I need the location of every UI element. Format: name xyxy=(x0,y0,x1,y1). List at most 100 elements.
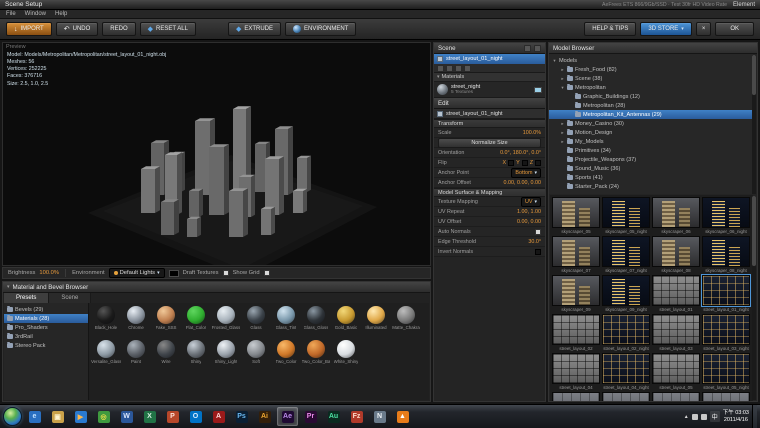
taskbar-icon-chrome[interactable]: ◎ xyxy=(93,407,114,426)
model-thumbnail-skyscraper-06[interactable]: skyscraper_06 xyxy=(652,197,700,234)
taskbar-clock[interactable]: 下午 03:03 2011/4/16 xyxy=(723,410,749,424)
menu-window[interactable]: Window xyxy=(25,11,46,17)
scene-material-item[interactable]: street_night 5 Textures xyxy=(434,82,545,98)
network-icon[interactable] xyxy=(692,414,698,420)
dropdown-anchor-point[interactable]: Bottom▾ xyxy=(511,168,541,178)
material-category-bevels-29[interactable]: Bevels (29) xyxy=(4,305,88,314)
model-thumbnail-street-layout-04[interactable]: street_layout_04 xyxy=(552,353,600,390)
model-thumbnail-street-layout-04-night[interactable]: street_layout_04_night xyxy=(602,353,650,390)
model-thumbnail-street-no-buildings-03[interactable]: street_no_buildings_03 xyxy=(652,392,700,402)
ime-language-indicator[interactable]: 中 xyxy=(710,411,720,422)
model-thumbnail-skyscraper-08-night[interactable]: skyscraper_08_night xyxy=(702,236,750,273)
thumbnail-scrollbar[interactable] xyxy=(752,196,756,400)
material-item-glass-gloss[interactable]: Glass_Gloss xyxy=(301,306,331,334)
taskbar-icon-vlc[interactable]: ▲ xyxy=(392,407,413,426)
materials-section-header[interactable]: ▾ Materials xyxy=(434,73,545,82)
undo-button[interactable]: ↶ UNDO xyxy=(56,22,99,36)
menu-help[interactable]: Help xyxy=(55,11,67,17)
model-category-money-casino-30[interactable]: ▸Money_Casino (30) xyxy=(549,119,753,128)
model-thumbnail-skyscraper-05-night[interactable]: skyscraper_05_night xyxy=(602,197,650,234)
model-thumbnail-skyscraper-07-night[interactable]: skyscraper_07_night xyxy=(602,236,650,273)
collapse-icon[interactable]: ▾ xyxy=(7,284,10,290)
material-item-black-hole[interactable]: Black_Hole xyxy=(91,306,121,334)
checkbox-auto-normals[interactable] xyxy=(535,229,541,235)
model-category-primitives-34[interactable]: Primitives (34) xyxy=(549,146,753,155)
brightness-value[interactable]: 100.0% xyxy=(39,270,59,276)
material-category-pro-shaders[interactable]: Pro_Shaders xyxy=(4,323,88,332)
add-group-icon[interactable] xyxy=(524,45,531,52)
show-grid-checkbox[interactable] xyxy=(264,270,270,276)
model-thumbnail-street-layout-02[interactable]: street_layout_02 xyxy=(552,314,600,351)
dropdown-texture-mapping[interactable]: UV▾ xyxy=(521,197,541,207)
extrude-button[interactable]: ◆ EXTRUDE xyxy=(228,22,281,36)
material-category-3rdrail[interactable]: 3rdRail xyxy=(4,332,88,341)
model-thumbnail-skyscraper-06-night[interactable]: skyscraper_06_night xyxy=(702,197,750,234)
lights-dropdown[interactable]: Default Lights ▾ xyxy=(109,268,165,278)
duplicate-icon[interactable] xyxy=(446,65,453,72)
window-titlebar[interactable]: Scene Setup AeFrees ETS 866/9Gb/SSD · Te… xyxy=(0,0,760,10)
taskbar-icon-internet-explorer[interactable]: e xyxy=(24,407,45,426)
model-category-graphic-buildings-12[interactable]: Graphic_Buildings (12) xyxy=(549,92,753,101)
model-thumbnail-skyscraper-09-night[interactable]: skyscraper_09_night xyxy=(602,275,650,312)
material-item-two-color[interactable]: Two_Color xyxy=(271,340,301,368)
material-item-gold-basic[interactable]: Gold_Basic xyxy=(331,306,361,334)
material-item-white-shiny[interactable]: White_Shiny xyxy=(331,340,361,368)
taskbar-icon-photoshop[interactable]: Ps xyxy=(231,407,252,426)
model-category-fresh-food-82[interactable]: ▸Fresh_Food (82) xyxy=(549,65,753,74)
model-category-my-models[interactable]: ▸My_Models xyxy=(549,137,753,146)
material-item-flat-color[interactable]: Flat_Color xyxy=(181,306,211,334)
model-category-metropolitan-28[interactable]: Metropolitan (28) xyxy=(549,101,753,110)
property-value[interactable]: 1.00, 1.00 xyxy=(517,209,541,215)
ok-button[interactable]: OK xyxy=(715,22,754,36)
taskbar-icon-outlook[interactable]: O xyxy=(185,407,206,426)
material-item-fake-sss[interactable]: Fake_SSS xyxy=(151,306,181,334)
property-value[interactable]: 30.0° xyxy=(528,239,541,245)
taskbar-icon-notepad[interactable]: N xyxy=(369,407,390,426)
material-item-shiny[interactable]: Shiny xyxy=(181,340,211,368)
checkbox-invert-normals[interactable] xyxy=(535,249,541,255)
normalize-size-button[interactable]: Normalize Size xyxy=(438,138,541,148)
model-thumbnail-street-layout-03-night[interactable]: street_layout_03_night xyxy=(702,314,750,351)
model-category-starter-pack-24[interactable]: Starter_Pack (24) xyxy=(549,182,753,191)
model-thumbnail-street-layout-03[interactable]: street_layout_03 xyxy=(652,314,700,351)
model-thumbnail-street-layout-01-night[interactable]: street_layout_01_night xyxy=(702,275,750,312)
taskbar-icon-illustrator[interactable]: Ai xyxy=(254,407,275,426)
tray-expand-icon[interactable]: ▲ xyxy=(684,414,689,420)
tab-presets[interactable]: Presets xyxy=(4,293,49,303)
model-category-sound-music-36[interactable]: Sound_Music (36) xyxy=(549,164,753,173)
preview-viewport[interactable]: Preview Model: Models/Metropolitan/Metro… xyxy=(2,42,431,266)
trash-icon[interactable] xyxy=(464,65,471,72)
scrollbar-thumb[interactable] xyxy=(752,196,756,266)
material-category-materials-28[interactable]: Materials (28) xyxy=(4,314,88,323)
taskbar-icon-after-effects[interactable]: Ae xyxy=(277,407,298,426)
isolate-icon[interactable] xyxy=(455,65,462,72)
taskbar-icon-media-player[interactable]: ▶ xyxy=(70,407,91,426)
material-item-frosted-glass[interactable]: Frosted_Glass xyxy=(211,306,241,334)
model-thumbnail-street-no-buildings-02[interactable]: street_no_buildings_02 xyxy=(602,392,650,402)
property-value[interactable]: 0.00, 0.00, 0.00 xyxy=(504,180,541,186)
start-button[interactable] xyxy=(3,407,22,426)
taskbar-icon-acrobat[interactable]: A xyxy=(208,407,229,426)
material-item-illuminated[interactable]: Illuminated xyxy=(361,306,391,334)
model-thumbnail-street-layout-05-night[interactable]: street_layout_05_night xyxy=(702,353,750,390)
material-item-paint[interactable]: Paint xyxy=(121,340,151,368)
environment-label[interactable]: Environment xyxy=(72,270,105,276)
add-folder-icon[interactable] xyxy=(437,65,444,72)
material-item-shiny-light[interactable]: Shiny_Light xyxy=(211,340,241,368)
taskbar-icon-windows-explorer[interactable]: ▣ xyxy=(47,407,68,426)
flip-checkbox-x[interactable] xyxy=(508,160,514,166)
model-category-models[interactable]: ▾Models xyxy=(549,56,753,65)
material-item-versalite-glass[interactable]: Versalite_Glass xyxy=(91,340,121,368)
show-desktop-button[interactable] xyxy=(752,405,757,428)
model-thumbnail-street-no-buildings-01[interactable]: street_no_buildings_01 xyxy=(552,392,600,402)
model-tree-scrollbar[interactable] xyxy=(752,55,756,194)
property-value[interactable]: 0.0°, 180.0°, 0.0° xyxy=(500,150,541,156)
model-thumbnail-street-no-buildings-04[interactable]: street_no_buildings_04 xyxy=(702,392,750,402)
volume-icon[interactable] xyxy=(701,414,707,420)
taskbar-icon-excel[interactable]: X xyxy=(139,407,160,426)
taskbar-icon-audition[interactable]: Au xyxy=(323,407,344,426)
model-category-projectile-weapons-37[interactable]: Projectile_Weapons (37) xyxy=(549,155,753,164)
model-thumbnail-street-layout-01[interactable]: street_layout_01 xyxy=(652,275,700,312)
model-category-metropolitan-kit-antennas-29[interactable]: Metropolitan_Kit_Antennas (29) xyxy=(549,110,753,119)
model-category-metropolitan[interactable]: ▾Metropolitan xyxy=(549,83,753,92)
